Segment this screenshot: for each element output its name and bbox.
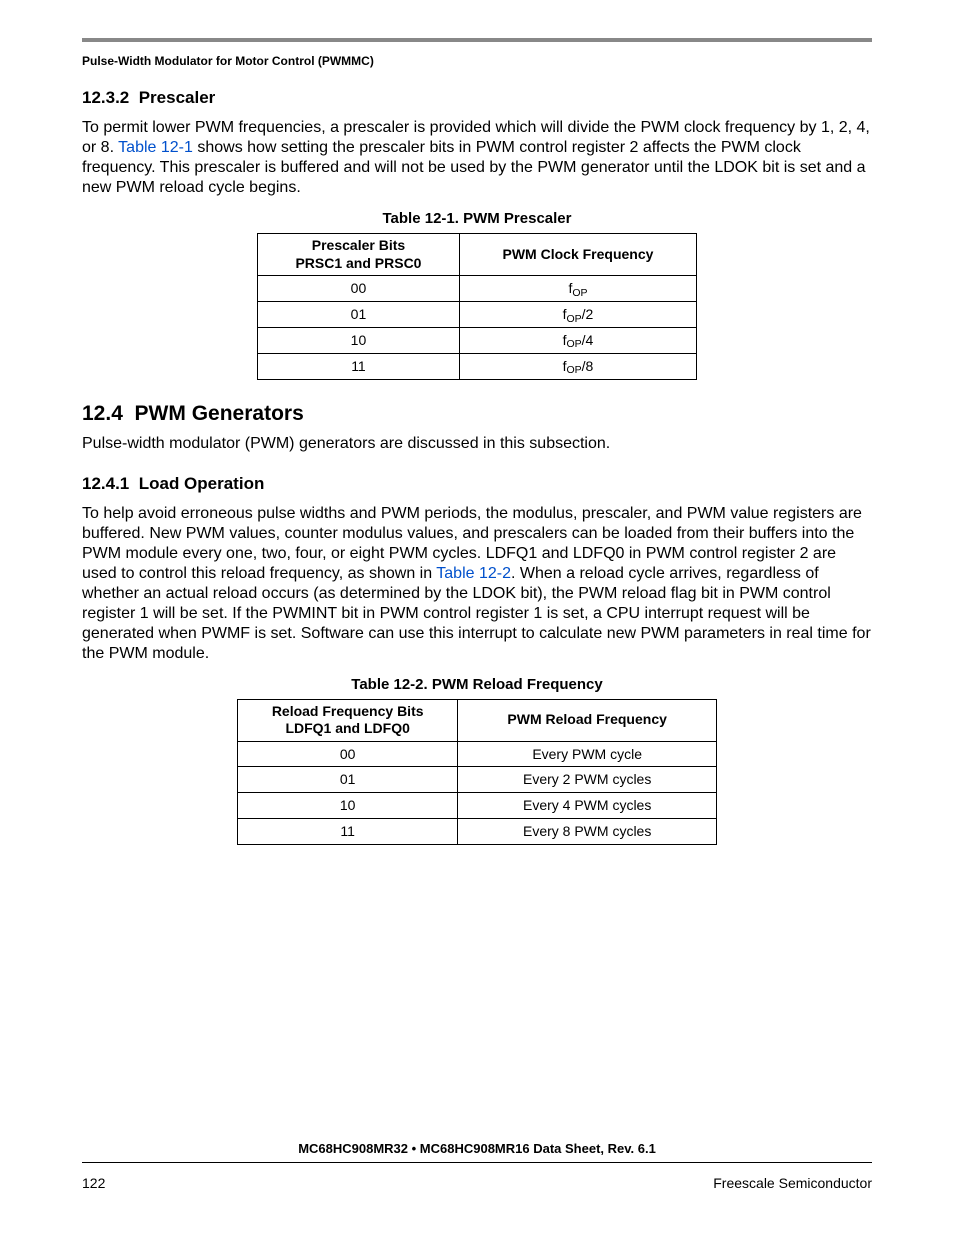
table-12-1-link[interactable]: Table 12-1 — [118, 139, 193, 156]
table-row: 01 Every 2 PWM cycles — [238, 767, 717, 793]
val-cell: Every 4 PWM cycles — [458, 793, 717, 819]
page-footer: MC68HC908MR32 • MC68HC908MR16 Data Sheet… — [82, 1141, 872, 1191]
table-row: 00 Every PWM cycle — [238, 741, 717, 767]
table-row: 11 fOP/8 — [258, 353, 697, 379]
bits-cell: 11 — [258, 353, 460, 379]
section-title: Prescaler — [139, 88, 216, 107]
company-name: Freescale Semiconductor — [713, 1175, 872, 1191]
top-rule — [82, 38, 872, 42]
footer-rule — [82, 1162, 872, 1163]
table-12-1: Prescaler BitsPRSC1 and PRSC0 PWM Clock … — [257, 233, 697, 380]
section-title: Load Operation — [139, 474, 265, 493]
val-cell: Every PWM cycle — [458, 741, 717, 767]
section-number: 12.4.1 — [82, 474, 129, 493]
table-row: 01 fOP/2 — [258, 301, 697, 327]
table-row: 11 Every 8 PWM cycles — [238, 819, 717, 845]
table-12-2-title: Table 12-2. PWM Reload Frequency — [82, 676, 872, 693]
bits-cell: 01 — [238, 767, 458, 793]
page-number: 122 — [82, 1175, 105, 1191]
freq-cell: fOP/8 — [459, 353, 696, 379]
bits-cell: 00 — [238, 741, 458, 767]
section-12-4-1-heading: 12.4.1 Load Operation — [82, 474, 872, 494]
bits-cell: 01 — [258, 301, 460, 327]
table-12-1-title: Table 12-1. PWM Prescaler — [82, 210, 872, 227]
table-row: 10 Every 4 PWM cycles — [238, 793, 717, 819]
val-cell: Every 2 PWM cycles — [458, 767, 717, 793]
pwm-generators-intro: Pulse-width modulator (PWM) generators a… — [82, 434, 872, 454]
table-header-row: Reload Frequency BitsLDFQ1 and LDFQ0 PWM… — [238, 699, 717, 741]
prescaler-paragraph: To permit lower PWM frequencies, a presc… — [82, 118, 872, 198]
col-header-bits: Reload Frequency BitsLDFQ1 and LDFQ0 — [238, 699, 458, 741]
section-12-3-2-heading: 12.3.2 Prescaler — [82, 88, 872, 108]
table-row: 10 fOP/4 — [258, 327, 697, 353]
col-header-bits: Prescaler BitsPRSC1 and PRSC0 — [258, 234, 460, 276]
bits-cell: 00 — [258, 276, 460, 302]
table-row: 00 fOP — [258, 276, 697, 302]
table-header-row: Prescaler BitsPRSC1 and PRSC0 PWM Clock … — [258, 234, 697, 276]
val-cell: Every 8 PWM cycles — [458, 819, 717, 845]
col-header-freq: PWM Clock Frequency — [459, 234, 696, 276]
table-12-2-link[interactable]: Table 12-2 — [436, 565, 511, 582]
col-header-freq: PWM Reload Frequency — [458, 699, 717, 741]
section-number: 12.3.2 — [82, 88, 129, 107]
text: shows how setting the prescaler bits in … — [82, 139, 866, 196]
bits-cell: 11 — [238, 819, 458, 845]
section-number: 12.4 — [82, 402, 123, 425]
bits-cell: 10 — [238, 793, 458, 819]
load-operation-paragraph: To help avoid erroneous pulse widths and… — [82, 504, 872, 664]
document-title: MC68HC908MR32 • MC68HC908MR16 Data Sheet… — [82, 1141, 872, 1156]
bits-cell: 10 — [258, 327, 460, 353]
section-title: PWM Generators — [135, 402, 304, 425]
running-header: Pulse-Width Modulator for Motor Control … — [82, 54, 872, 68]
freq-cell: fOP/2 — [459, 301, 696, 327]
freq-cell: fOP — [459, 276, 696, 302]
freq-cell: fOP/4 — [459, 327, 696, 353]
table-12-2: Reload Frequency BitsLDFQ1 and LDFQ0 PWM… — [237, 699, 717, 846]
section-12-4-heading: 12.4 PWM Generators — [82, 402, 872, 426]
